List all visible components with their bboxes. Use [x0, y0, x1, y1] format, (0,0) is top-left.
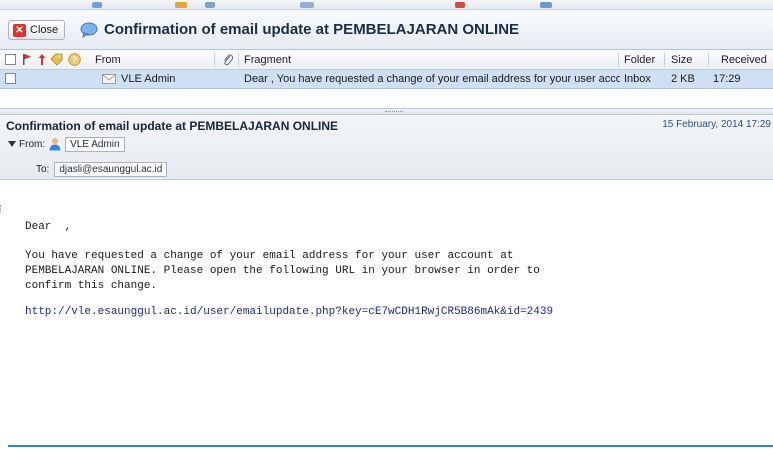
from-address-chip[interactable]: VLE Admin	[65, 136, 125, 152]
close-button[interactable]: ✕ Close	[8, 20, 66, 40]
from-label: From:	[19, 138, 46, 150]
row-checkbox[interactable]	[5, 73, 16, 84]
tag-icon[interactable]	[50, 53, 63, 66]
row-received: 17:29	[713, 73, 741, 85]
column-separator	[708, 53, 709, 67]
to-label: To:	[36, 163, 50, 175]
row-fragment: Dear , You have requested a change of yo…	[244, 73, 620, 85]
close-button-label: Close	[30, 24, 59, 36]
message-greeting: Dear ,	[25, 221, 72, 233]
column-size[interactable]: Size	[671, 50, 692, 70]
message-date: 15 February, 2014 17:29	[662, 119, 771, 130]
person-icon	[49, 138, 61, 151]
message-paragraph: You have requested a change of your emai…	[25, 250, 540, 292]
confirmation-link[interactable]: http://vle.esaunggul.ac.id/user/emailupd…	[25, 306, 553, 318]
attachment-icon[interactable]	[222, 53, 234, 67]
splitter-grip[interactable]	[385, 111, 403, 113]
column-separator	[664, 53, 665, 67]
message-subject: Confirmation of email update at PEMBELAJ…	[6, 119, 339, 133]
to-address-chip[interactable]: djasli@esaunggul.ac.id	[54, 161, 168, 177]
column-folder[interactable]: Folder	[624, 50, 655, 70]
window-title: Confirmation of email update at PEMBELAJ…	[104, 21, 520, 38]
svg-text:?: ?	[72, 55, 78, 65]
bottom-accent-line	[8, 445, 773, 447]
from-row: From: VLE Admin	[8, 136, 125, 152]
column-separator	[618, 53, 619, 67]
row-size: 2 KB	[671, 73, 695, 85]
pane-splitter[interactable]	[0, 108, 773, 115]
select-all-checkbox[interactable]	[5, 54, 16, 65]
column-separator	[214, 53, 215, 67]
message-list-header: ? From Fragment Folder Size Received	[0, 50, 773, 70]
flag-icon[interactable]	[22, 53, 32, 66]
message-header-pane: Confirmation of email update at PEMBELAJ…	[0, 115, 773, 180]
priority-icon[interactable]	[38, 53, 46, 66]
row-folder: Inbox	[624, 73, 651, 85]
column-from[interactable]: From	[95, 50, 121, 70]
close-icon: ✕	[13, 23, 26, 37]
speech-bubble-icon	[80, 22, 98, 38]
column-separator	[238, 53, 239, 67]
column-received[interactable]: Received	[721, 50, 767, 70]
triangle-down-icon[interactable]	[8, 140, 16, 148]
message-list-empty-area	[0, 90, 773, 108]
envelope-icon	[102, 74, 116, 84]
top-toolbar-strip	[0, 0, 773, 10]
help-icon[interactable]: ?	[68, 53, 81, 66]
column-fragment[interactable]: Fragment	[244, 50, 291, 70]
message-body: Dear , You have requested a change of yo…	[8, 180, 773, 445]
message-title-bar: ✕ Close Confirmation of email update at …	[0, 10, 773, 50]
left-edge-marker	[0, 205, 4, 213]
message-row[interactable]: VLE Admin Dear , You have requested a ch…	[0, 70, 773, 89]
row-from: VLE Admin	[121, 73, 176, 85]
to-row: To: djasli@esaunggul.ac.id	[36, 161, 168, 177]
